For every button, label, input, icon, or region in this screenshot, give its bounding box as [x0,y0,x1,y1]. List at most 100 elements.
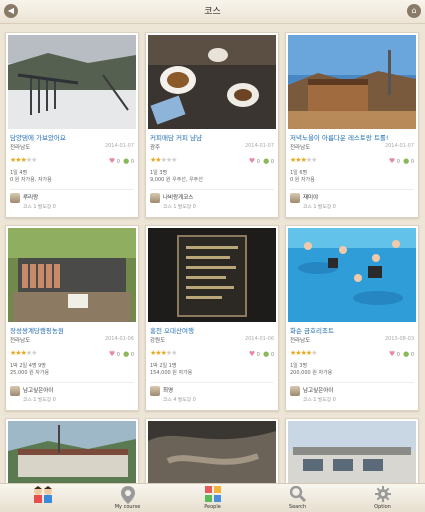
course-title[interactable]: 장성쌍계당캠핑농원 [10,325,136,335]
course-cost-transport: 154,000 원 자가용 [150,370,193,376]
rating-stars: ★★★★★ [150,349,177,357]
tab-label: People [204,504,221,510]
course-card[interactable]: 화순 금호리조트 전라남도 2013-08-03 ★★★★★ ♥ 0 ● 0 1… [285,225,419,411]
course-cost-transport: 9,000 원 우주선, 우주선 [150,177,203,183]
comment-icon[interactable]: ● [403,350,409,358]
tab-people[interactable]: People [170,484,255,512]
course-photo [288,35,416,129]
course-photo [148,35,276,129]
course-card[interactable]: 저녁노을이 아름다운 레스토랑 트롤! 전라남도 2014-01-07 ★★★★… [285,32,419,218]
avatar[interactable] [10,193,20,203]
search-icon [255,485,340,503]
avatar[interactable] [290,193,300,203]
course-duration-people: 1박 2일 4명 9명 [10,363,46,369]
course-photo [8,228,136,322]
course-photo [148,228,276,322]
course-region: 전라남도 [290,145,311,151]
course-cost-transport: 0 원 자가용, 자가용 [10,177,52,183]
avatar[interactable] [290,386,300,396]
course-card[interactable] [145,418,279,483]
rating-stars: ★★★★★ [10,349,37,357]
comment-count: 0 [130,352,134,358]
map-pin-icon [85,486,170,504]
course-title[interactable]: 저녁노을이 아름다운 레스토랑 트롤! [290,132,416,142]
course-duration-people: 1일 3명 [150,170,168,176]
course-region: 광주 [150,145,161,151]
comment-icon[interactable]: ● [263,350,269,358]
course-date: 2014-01-06 [244,336,274,342]
tab-option[interactable]: Option [340,484,425,512]
divider [150,189,274,190]
avatar[interactable] [10,386,20,396]
heart-icon[interactable]: ♥ [249,157,255,165]
divider [150,382,274,383]
heart-icon[interactable]: ♥ [109,157,115,165]
avatar[interactable] [150,193,160,203]
comment-icon[interactable]: ● [403,157,409,165]
course-card[interactable]: 커피매담 커피 냠냠 광주 2014-01-07 ★★★★★ ♥ 0 ● 0 1… [145,32,279,218]
user-stats: 코스 1 발도장 0 [23,205,56,210]
comment-count: 0 [410,352,414,358]
like-count: 0 [396,352,400,358]
course-photo [148,421,276,483]
heart-icon[interactable]: ♥ [109,350,115,358]
reaction-counts: ♥ 0 ● 0 [249,157,274,165]
star-empty-icon: ★ [311,349,317,357]
course-region: 전라남도 [10,338,31,344]
comment-icon[interactable]: ● [123,350,129,358]
tab-my-course[interactable]: My course [85,484,170,512]
star-empty-icon: ★ [171,156,177,164]
course-date: 2013-08-03 [384,336,414,342]
divider [290,189,414,190]
course-card[interactable]: 홍천 오대산여행 강원도 2014-01-06 ★★★★★ ♥ 0 ● 0 1박… [145,225,279,411]
course-cost-transport: 25,000 원 자가용 [10,370,50,376]
course-cost-transport: 0 원 자가용 [290,177,315,183]
user-name[interactable]: 나비랑게코스 [163,193,193,201]
user-stats: 코스 1 발도장 0 [23,398,56,403]
course-card[interactable]: 장성쌍계당캠핑농원 전라남도 2014-01-06 ★★★★★ ♥ 0 ● 0 … [5,225,139,411]
user-stats: 코스 4 발도장 0 [163,398,196,403]
course-title[interactable]: 커피매담 커피 냠냠 [150,132,276,142]
course-title[interactable]: 담양댐에 가보았어요 [10,132,136,142]
course-card[interactable]: 담양댐에 가보았어요 전라남도 2014-01-07 ★★★★★ ♥ 0 ● 0… [5,32,139,218]
tab-search[interactable]: Search [255,484,340,512]
course-region: 전라남도 [290,338,311,344]
user-name[interactable]: 재미야 [303,193,318,201]
bottom-tab-bar: My course People Search Option [0,483,425,512]
user-name[interactable]: 최영 [163,386,173,394]
comment-icon[interactable]: ● [123,157,129,165]
star-empty-icon: ★ [31,349,37,357]
heart-icon[interactable]: ♥ [389,350,395,358]
course-duration-people: 1일 3명 [290,363,308,369]
user-name[interactable]: 루리랑 [23,193,38,201]
course-card[interactable] [285,418,419,483]
user-stats: 코스 1 발도장 0 [303,205,336,210]
user-name[interactable]: 남고싶은아이 [23,386,53,394]
heart-icon[interactable]: ♥ [249,350,255,358]
like-count: 0 [256,352,260,358]
course-date: 2014-01-07 [384,143,414,149]
user-name[interactable]: 남고싶은아이 [303,386,333,394]
heart-icon[interactable]: ♥ [389,157,395,165]
course-photo [288,421,416,483]
home-button[interactable]: ⌂ [407,4,421,18]
course-card[interactable] [5,418,139,483]
avatar[interactable] [150,386,160,396]
course-title[interactable]: 홍천 오대산여행 [150,325,276,335]
course-title[interactable]: 화순 금호리조트 [290,325,416,335]
like-count: 0 [396,159,400,165]
star-empty-icon: ★ [171,349,177,357]
rating-stars: ★★★★★ [290,349,317,357]
like-count: 0 [256,159,260,165]
gear-icon [340,486,425,503]
comment-icon[interactable]: ● [263,157,269,165]
like-count: 0 [116,159,120,165]
course-duration-people: 1일 4명 [10,170,28,176]
course-photo [8,421,136,483]
people-grid-icon [170,486,255,503]
top-bar: ◀ 코스 ⌂ [0,0,425,24]
course-date: 2014-01-06 [104,336,134,342]
course-region: 강원도 [150,338,166,344]
tab-home-logo[interactable] [0,484,85,512]
star-empty-icon: ★ [311,156,317,164]
